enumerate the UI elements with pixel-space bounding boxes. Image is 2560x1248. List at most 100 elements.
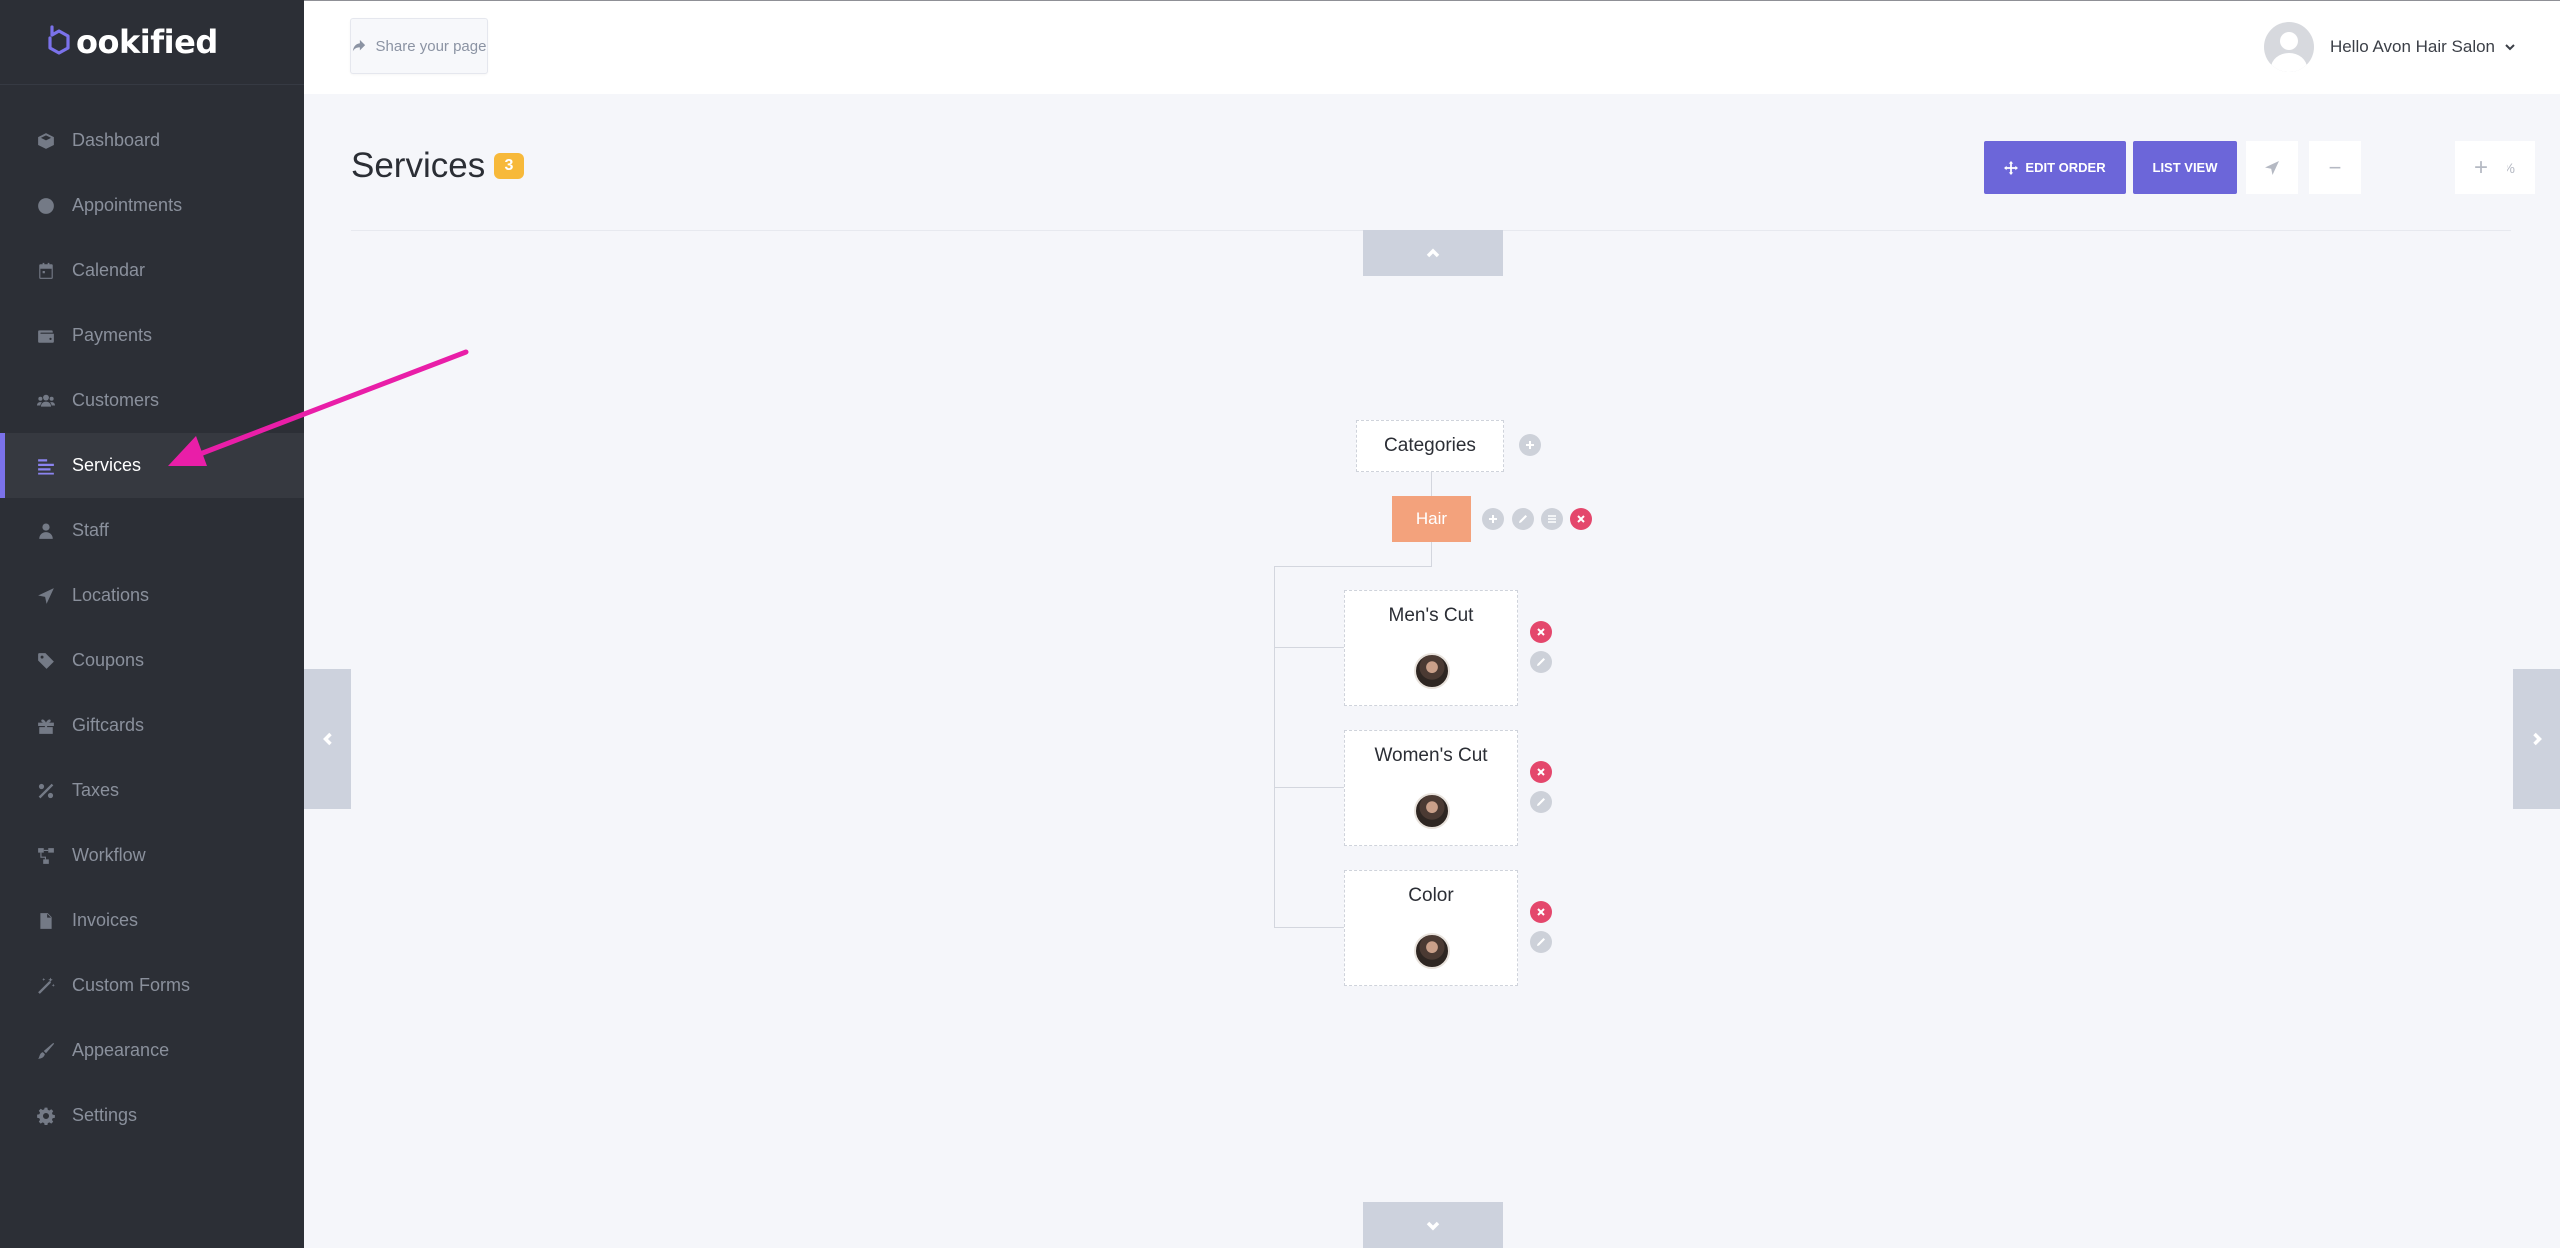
tree-connector — [1274, 647, 1344, 648]
list-view-label: LIST VIEW — [2152, 160, 2218, 175]
users-icon — [37, 392, 55, 410]
service-name: Women's Cut — [1374, 745, 1488, 766]
pencil-icon — [1537, 658, 1545, 666]
tree-connector — [1431, 542, 1432, 566]
sidebar-item-staff[interactable]: Staff — [0, 498, 304, 563]
list-view-button[interactable]: LIST VIEW — [2133, 141, 2237, 194]
sidebar-item-payments[interactable]: Payments — [0, 303, 304, 368]
categories-root-node[interactable]: Categories — [1356, 420, 1504, 472]
plus-icon — [1489, 515, 1497, 523]
plus-icon: + — [2473, 153, 2488, 181]
sidebar-item-appearance[interactable]: Appearance — [0, 1018, 304, 1083]
pan-up-button[interactable] — [1363, 230, 1503, 276]
sidebar-item-label: Services — [72, 455, 142, 475]
sidebar-item-label: Giftcards — [72, 715, 145, 735]
sidebar-item-label: Taxes — [72, 780, 120, 800]
zoom-in-button[interactable]: + — [2455, 141, 2507, 194]
percent-icon — [37, 782, 55, 800]
staff-avatar — [1414, 933, 1450, 969]
sidebar-item-calendar[interactable]: Calendar — [0, 238, 304, 303]
add-category-button[interactable] — [1519, 434, 1541, 456]
add-service-button[interactable] — [1482, 508, 1504, 530]
edit-order-button[interactable]: EDIT ORDER — [1984, 141, 2126, 194]
sidebar-item-workflow[interactable]: Workflow — [0, 823, 304, 888]
user-menu[interactable]: Hello Avon Hair Salon — [2263, 21, 2516, 73]
delete-service-button[interactable] — [1530, 761, 1552, 783]
minus-icon: − — [2328, 154, 2342, 180]
share-icon — [352, 39, 365, 52]
edit-service-button[interactable] — [1530, 931, 1552, 953]
brush-icon — [37, 1042, 55, 1060]
wallet-icon — [37, 327, 55, 345]
sidebar-item-coupons[interactable]: Coupons — [0, 628, 304, 693]
sidebar-divider — [0, 84, 304, 85]
delete-service-button[interactable] — [1530, 901, 1552, 923]
gear-icon — [37, 1107, 55, 1125]
edit-service-button[interactable] — [1530, 791, 1552, 813]
sidebar-item-label: Dashboard — [72, 130, 161, 150]
tree-connector — [1274, 927, 1344, 928]
pencil-icon — [1537, 798, 1545, 806]
zoom-out-button[interactable]: − — [2309, 141, 2361, 194]
sidebar-item-label: Invoices — [72, 910, 139, 930]
file-icon — [37, 912, 55, 930]
location-arrow-icon — [37, 587, 55, 605]
sidebar-item-label: Custom Forms — [72, 975, 191, 995]
sidebar-item-taxes[interactable]: Taxes — [0, 758, 304, 823]
share-page-button[interactable]: Share your page — [350, 18, 488, 74]
edit-service-button[interactable] — [1530, 651, 1552, 673]
sidebar-item-locations[interactable]: Locations — [0, 563, 304, 628]
gift-icon — [37, 717, 55, 735]
user-greeting: Hello Avon Hair Salon — [2329, 37, 2495, 56]
chevron-up-icon — [1426, 248, 1440, 258]
service-card[interactable]: Men's Cut — [1344, 590, 1518, 706]
brand-logo[interactable]: ookified — [44, 22, 218, 62]
staff-avatar — [1414, 793, 1450, 829]
service-name: Color — [1408, 885, 1454, 906]
staff-avatar — [1414, 653, 1450, 689]
sidebar-item-label: Appearance — [72, 1040, 170, 1060]
count-badge: 3 — [494, 153, 524, 179]
pencil-icon — [1537, 938, 1545, 946]
close-icon — [1537, 628, 1545, 636]
logo-text: ookified — [76, 23, 218, 61]
category-options-button[interactable] — [1541, 508, 1563, 530]
sidebar-item-services[interactable]: Services — [0, 433, 304, 498]
edit-category-button[interactable] — [1512, 508, 1534, 530]
service-card[interactable]: Color — [1344, 870, 1518, 986]
edit-order-label: EDIT ORDER — [2025, 160, 2106, 175]
sidebar-item-label: Calendar — [72, 260, 146, 280]
category-node-hair[interactable]: Hair — [1392, 496, 1471, 542]
pan-right-button[interactable] — [2513, 669, 2560, 809]
calendar-icon — [37, 262, 55, 280]
sidebar-item-dashboard[interactable]: Dashboard — [0, 108, 304, 173]
delete-category-button[interactable] — [1570, 508, 1592, 530]
move-icon — [2004, 160, 2019, 175]
sidebar-item-label: Settings — [72, 1105, 138, 1125]
cube-icon — [37, 132, 55, 150]
sidebar-item-label: Workflow — [72, 845, 146, 865]
sidebar-item-custom-forms[interactable]: Custom Forms — [0, 953, 304, 1018]
share-page-label: Share your page — [375, 37, 487, 55]
service-card[interactable]: Women's Cut — [1344, 730, 1518, 846]
list-icon — [37, 457, 55, 475]
center-view-button[interactable] — [2246, 141, 2298, 194]
sidebar-item-appointments[interactable]: Appointments — [0, 173, 304, 238]
pan-left-button[interactable] — [304, 669, 351, 809]
location-arrow-icon — [2265, 160, 2279, 175]
sidebar-item-label: Locations — [72, 585, 150, 605]
tree-connector — [1431, 472, 1432, 496]
sidebar-item-invoices[interactable]: Invoices — [0, 888, 304, 953]
close-icon — [1537, 908, 1545, 916]
delete-service-button[interactable] — [1530, 621, 1552, 643]
page-title: Services — [351, 146, 486, 185]
hexagon-b-logo-icon — [48, 25, 70, 55]
sidebar-item-customers[interactable]: Customers — [0, 368, 304, 433]
chevron-down-icon — [2505, 44, 2515, 51]
chevron-down-icon — [1426, 1221, 1440, 1231]
top-bar: Share your page Hello Avon Hair Salon — [304, 0, 2560, 94]
sidebar-item-giftcards[interactable]: Giftcards — [0, 693, 304, 758]
sidebar-item-settings[interactable]: Settings — [0, 1083, 304, 1148]
sidebar-item-label: Customers — [72, 390, 160, 410]
pan-down-button[interactable] — [1363, 1202, 1503, 1248]
